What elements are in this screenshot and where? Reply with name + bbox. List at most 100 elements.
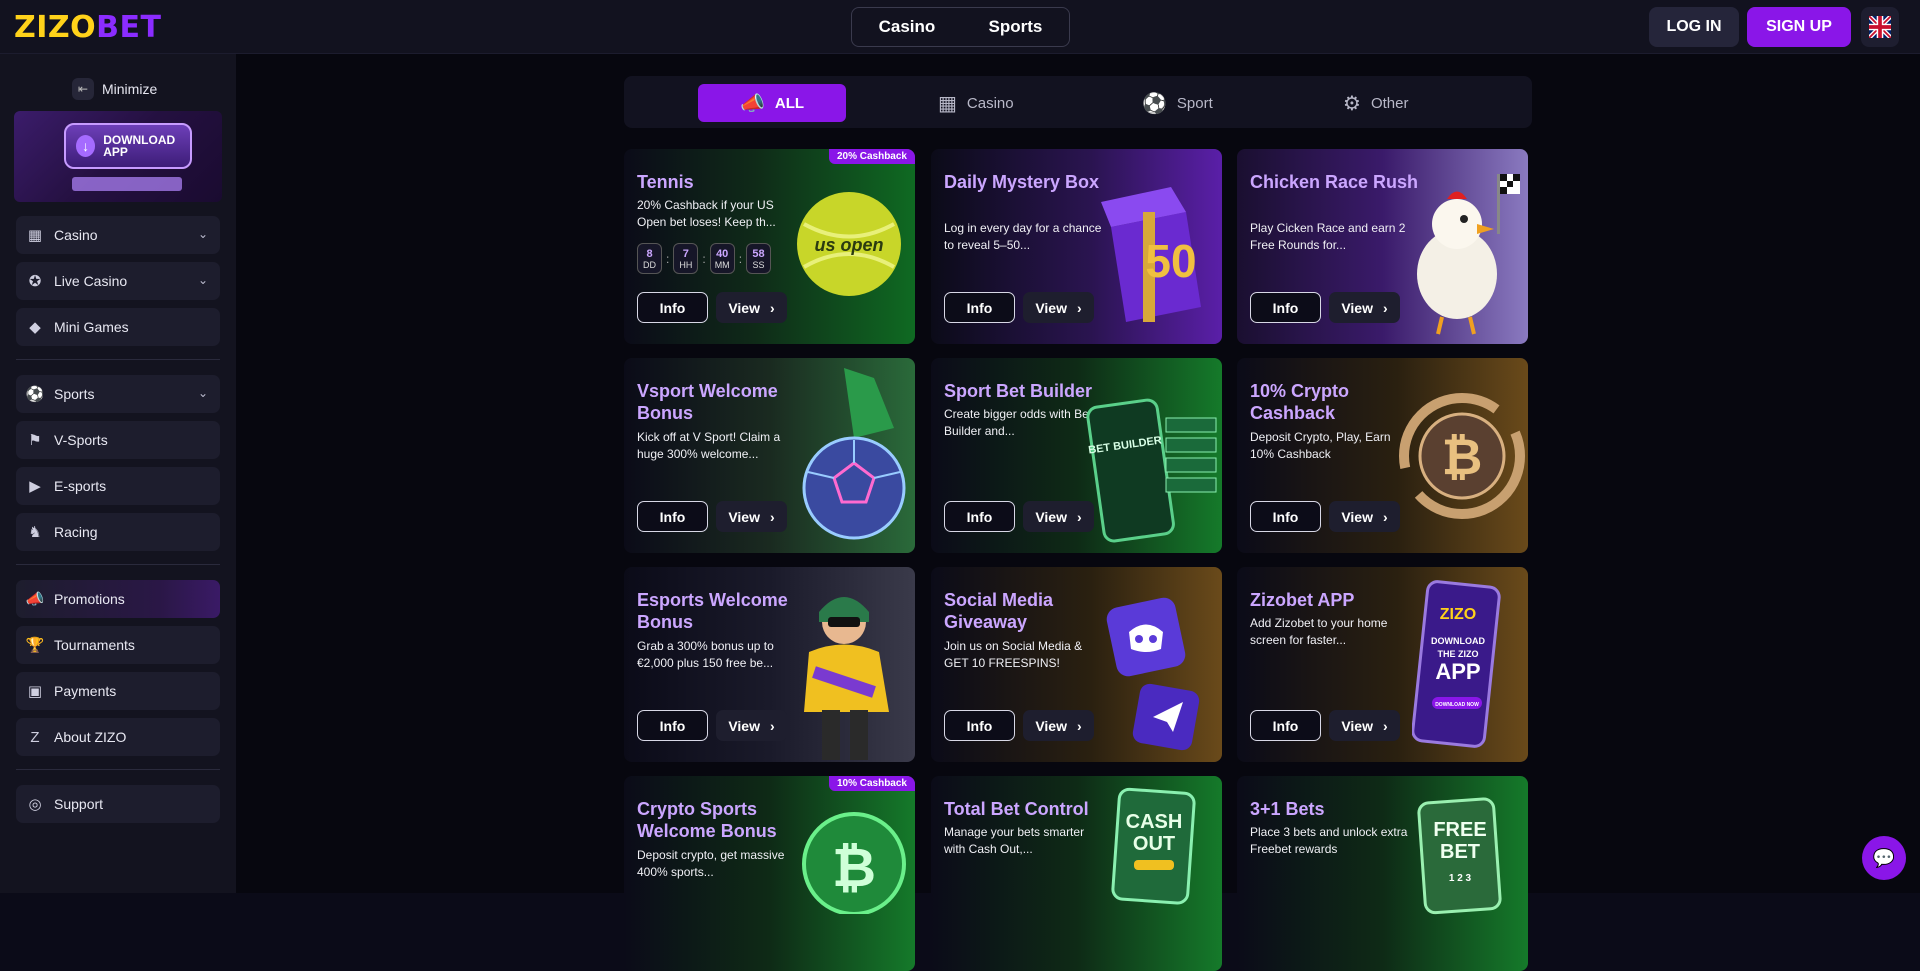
card-desc: Place 3 bets and unlock extra Freebet re…: [1250, 825, 1408, 856]
card-title: Chicken Race Rush: [1250, 172, 1419, 192]
chevron-right-icon: ›: [1076, 299, 1082, 316]
freebet-phone-icon: FREE BET 1 2 3: [1417, 797, 1502, 915]
sidebar: ⇤ Minimize ↓ DOWNLOAD APP ▦ Casino ⌄ ✪ L…: [0, 54, 236, 893]
info-button[interactable]: Info: [1250, 710, 1321, 741]
megaphone-icon: 📣: [25, 591, 45, 608]
promo-card-zizobet-app[interactable]: Zizobet APP Add Zizobet to your home scr…: [1237, 567, 1528, 762]
info-button[interactable]: Info: [637, 710, 708, 741]
zizo-icon: Z: [30, 728, 40, 746]
promo-card-total-bet-control[interactable]: Total Bet Control Manage your bets smart…: [931, 776, 1222, 971]
sidebar-divider: [16, 564, 220, 565]
cashback-tag: 10% Cashback: [828, 776, 915, 791]
info-button[interactable]: Info: [944, 710, 1015, 741]
view-button[interactable]: View ›: [1329, 501, 1400, 532]
minimize-button[interactable]: ⇤ Minimize: [72, 78, 157, 100]
timer-seconds: 58 SS: [746, 243, 772, 274]
promo-card-chicken-race[interactable]: Chicken Race Rush Play Cicken Race and e…: [1237, 149, 1528, 344]
filter-tab-sport[interactable]: ⚽ Sport: [1142, 84, 1213, 122]
sidebar-item-live-casino[interactable]: ✪ Live Casino ⌄: [16, 262, 220, 300]
uk-flag-icon: [1869, 16, 1891, 38]
top-header: ZIZOBET Casino Sports LOG IN SIGN UP: [0, 0, 1920, 54]
card-desc: Add Zizobet to your home screen for fast…: [1250, 616, 1388, 647]
view-button[interactable]: View ›: [716, 501, 787, 532]
sidebar-item-sports[interactable]: ⚽ Sports ⌄: [16, 375, 220, 413]
chevron-right-icon: ›: [769, 299, 775, 316]
chevron-down-icon: ⌄: [197, 227, 208, 241]
zizobet-logo[interactable]: ZIZOBET: [14, 10, 162, 45]
promo-card-tennis[interactable]: 20% Cashback Tennis 20% Cashback if your…: [624, 149, 915, 344]
view-button[interactable]: View ›: [716, 710, 787, 741]
view-button[interactable]: View ›: [1329, 710, 1400, 741]
vsports-icon: ⚑: [28, 432, 42, 449]
chevron-right-icon: ›: [1076, 717, 1082, 734]
sidebar-item-promotions[interactable]: 📣 Promotions: [16, 580, 220, 618]
view-button[interactable]: View ›: [1329, 292, 1400, 323]
sidebar-item-payments[interactable]: ▣ Payments: [16, 672, 220, 710]
sidebar-item-mini-games[interactable]: ◆ Mini Games: [16, 308, 220, 346]
tennis-ball-icon: us open: [797, 192, 901, 296]
cash-out-phone-icon: CASH OUT: [1111, 787, 1196, 905]
promo-card-crypto-sports[interactable]: 10% Cashback Crypto Sports Welcome Bonus…: [624, 776, 915, 971]
megaphone-icon: 📣: [739, 92, 765, 115]
promo-card-social-media[interactable]: Social Media Giveaway Join us on Social …: [931, 567, 1222, 762]
view-button[interactable]: View ›: [1023, 710, 1094, 741]
card-title: 3+1 Bets: [1250, 799, 1325, 819]
chevron-right-icon: ›: [769, 508, 775, 525]
info-button[interactable]: Info: [1250, 292, 1321, 323]
filter-tab-all[interactable]: 📣 ALL: [698, 84, 846, 122]
promo-card-bet-builder[interactable]: Sport Bet Builder Create bigger odds wit…: [931, 358, 1222, 553]
promo-card-crypto-cashback[interactable]: 10% Crypto Cashback Deposit Crypto, Play…: [1237, 358, 1528, 553]
sidebar-item-casino[interactable]: ▦ Casino ⌄: [16, 216, 220, 254]
download-arrow-icon: ↓: [76, 135, 96, 157]
card-title: Vsport Welcome Bonus: [637, 381, 778, 423]
language-selector[interactable]: [1861, 7, 1899, 47]
view-button[interactable]: View ›: [1023, 501, 1094, 532]
sidebar-item-support[interactable]: ◎ Support: [16, 785, 220, 823]
sidebar-item-tournaments[interactable]: 🏆 Tournaments: [16, 626, 220, 664]
card-title: Crypto Sports Welcome Bonus: [637, 799, 777, 841]
info-button[interactable]: Info: [944, 292, 1015, 323]
nav-casino[interactable]: Casino: [867, 17, 948, 37]
card-desc: Deposit crypto, get massive 400% sports.…: [637, 848, 785, 879]
svg-text:ZIZO: ZIZO: [1440, 606, 1476, 623]
chat-support-button[interactable]: 💬: [1862, 836, 1906, 880]
card-title: Daily Mystery Box: [944, 172, 1100, 192]
svg-text:THE ZIZO: THE ZIZO: [1438, 649, 1479, 659]
svg-text:DOWNLOAD NOW: DOWNLOAD NOW: [1435, 702, 1479, 708]
promo-card-vsport[interactable]: Vsport Welcome Bonus Kick off at V Sport…: [624, 358, 915, 553]
sidebar-item-racing[interactable]: ♞ Racing: [16, 513, 220, 551]
card-desc: Kick off at V Sport! Claim a huge 300% w…: [637, 430, 781, 461]
svg-text:OUT: OUT: [1133, 833, 1175, 855]
info-button[interactable]: Info: [1250, 501, 1321, 532]
info-button[interactable]: Info: [637, 501, 708, 532]
svg-text:₿: ₿: [832, 838, 876, 898]
view-button[interactable]: View ›: [716, 292, 787, 323]
promo-card-esports[interactable]: Esports Welcome Bonus Grab a 300% bonus …: [624, 567, 915, 762]
card-desc: Deposit Crypto, Play, Earn 10% Cashback: [1250, 430, 1391, 461]
info-button[interactable]: Info: [944, 501, 1015, 532]
chevron-right-icon: ›: [1076, 508, 1082, 525]
live-casino-icon: ✪: [28, 273, 42, 290]
view-button[interactable]: View ›: [1023, 292, 1094, 323]
nav-sports[interactable]: Sports: [977, 17, 1055, 37]
wallet-icon: ▣: [27, 683, 43, 700]
card-title: Social Media Giveaway: [944, 590, 1054, 632]
cashback-tag: 20% Cashback: [828, 149, 915, 164]
svg-text:₿: ₿: [1442, 429, 1483, 485]
signup-button[interactable]: SIGN UP: [1747, 7, 1851, 47]
promo-card-mystery-box[interactable]: Daily Mystery Box Log in every day for a…: [931, 149, 1222, 344]
download-app-banner[interactable]: ↓ DOWNLOAD APP: [14, 111, 222, 202]
filter-tab-other[interactable]: ⚙ Other: [1343, 84, 1408, 122]
login-button[interactable]: LOG IN: [1649, 7, 1739, 47]
sidebar-item-vsports[interactable]: ⚑ V-Sports: [16, 421, 220, 459]
slot-machine-icon: ▦: [938, 92, 957, 115]
info-button[interactable]: Info: [637, 292, 708, 323]
promo-card-3plus1-bets[interactable]: 3+1 Bets Place 3 bets and unlock extra F…: [1237, 776, 1528, 971]
sidebar-item-esports[interactable]: ▶ E-sports: [16, 467, 220, 505]
card-title: Tennis: [637, 172, 694, 192]
sidebar-item-about[interactable]: Z About ZIZO: [16, 718, 220, 756]
svg-text:50: 50: [1145, 235, 1196, 287]
trophy-icon: 🏆: [25, 637, 45, 654]
filter-tab-casino[interactable]: ▦ Casino: [938, 84, 1014, 122]
chevron-down-icon: ⌄: [197, 273, 208, 287]
